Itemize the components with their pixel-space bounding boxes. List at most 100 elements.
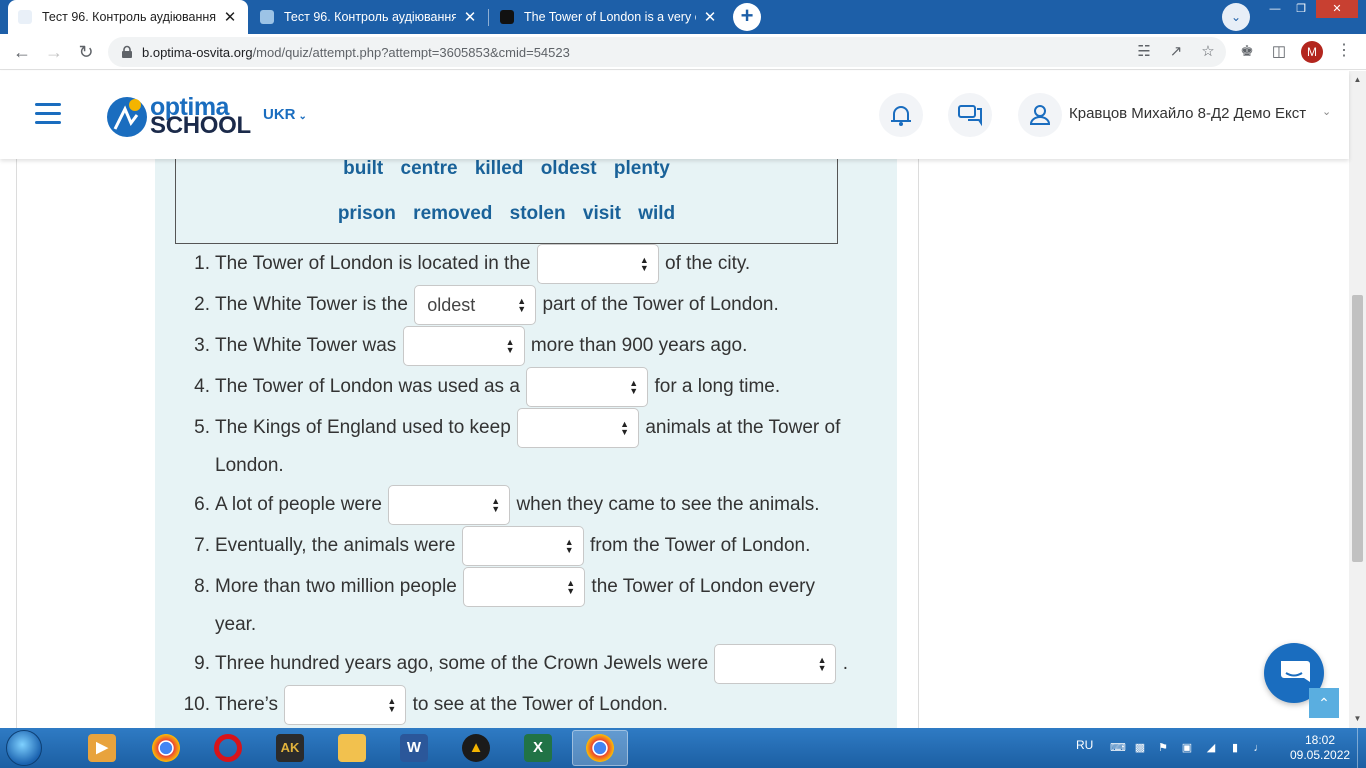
translate-icon[interactable]: ☵ bbox=[1134, 42, 1154, 62]
answer-select[interactable]: ▲ ▼ bbox=[388, 485, 511, 525]
question-number: 6. bbox=[194, 494, 210, 515]
answer-select[interactable]: ▲ ▼ bbox=[536, 244, 659, 284]
taskbar-explorer[interactable] bbox=[324, 730, 380, 766]
word-bank-item: built bbox=[343, 158, 384, 179]
answer-select[interactable]: ▲ ▼ bbox=[526, 367, 649, 407]
scrollbar-thumb[interactable] bbox=[1352, 295, 1363, 562]
text-after: the Tower of London every bbox=[591, 576, 815, 598]
taskbar-chrome[interactable] bbox=[138, 730, 194, 766]
back-to-top-button[interactable]: ⌃ bbox=[1309, 688, 1339, 718]
browser-tab-3[interactable]: The Tower of London is a very old ✕ bbox=[490, 0, 728, 34]
close-window-icon[interactable]: ✕ bbox=[1316, 0, 1358, 18]
question-text-continued: London. bbox=[215, 455, 284, 476]
text-before: A lot of people were bbox=[215, 494, 382, 516]
profile-avatar[interactable]: M bbox=[1301, 41, 1323, 63]
minimize-window-icon[interactable]: — bbox=[1262, 0, 1288, 18]
optima-favicon-icon bbox=[260, 10, 274, 24]
battery-icon[interactable]: ▮ bbox=[1228, 741, 1242, 755]
chat-bubbles-icon bbox=[958, 105, 982, 127]
chrome-icon bbox=[152, 734, 180, 762]
text-after: to see at the Tower of London. bbox=[412, 694, 668, 716]
language-selector[interactable]: UKR ⌄ bbox=[263, 106, 307, 123]
select-arrows-icon: ▲ ▼ bbox=[564, 537, 574, 555]
question-number: 1. bbox=[194, 253, 210, 274]
question-text: The Kings of England used to keep ▲ ▼ ani… bbox=[215, 408, 840, 448]
taskbar-opera[interactable] bbox=[200, 730, 256, 766]
flag-icon[interactable]: ⚑ bbox=[1156, 741, 1170, 755]
scroll-up-arrow-icon[interactable]: ▲ bbox=[1350, 73, 1365, 87]
taskbar-app-ak[interactable]: AK bbox=[262, 730, 318, 766]
select-arrows-icon: ▲ ▼ bbox=[387, 696, 397, 714]
answer-select[interactable]: ▲ ▼ bbox=[463, 567, 586, 607]
answer-select[interactable]: oldest ▲ ▼ bbox=[414, 285, 537, 325]
answer-select[interactable]: ▲ ▼ bbox=[714, 644, 837, 684]
taskbar-word[interactable]: W bbox=[386, 730, 442, 766]
site-header: optima SCHOOL UKR ⌄ Кравцов Михайло 8-Д2 … bbox=[0, 71, 1349, 159]
question-item: 4. The Tower of London was used as a ▲ ▼ … bbox=[0, 367, 900, 407]
back-arrow-icon[interactable]: ← bbox=[10, 40, 34, 64]
close-tab-icon[interactable]: ✕ bbox=[702, 8, 718, 26]
question-item: 10. There’s ▲ ▼ to see at the Tower of Lo… bbox=[0, 685, 900, 725]
show-desktop-button[interactable] bbox=[1357, 728, 1366, 768]
browser-toolbar: ← → ↻ b.optima-osvita.org/mod/quiz/attem… bbox=[0, 34, 1366, 70]
side-panel-icon[interactable]: ◫ bbox=[1269, 42, 1289, 62]
ak-app-icon: AK bbox=[276, 734, 304, 762]
answer-select[interactable]: ▲ ▼ bbox=[517, 408, 640, 448]
extensions-puzzle-icon[interactable]: ♚ bbox=[1237, 42, 1257, 62]
input-language[interactable]: RU bbox=[1076, 738, 1093, 752]
reload-icon[interactable]: ↻ bbox=[74, 40, 98, 64]
windows-start-button[interactable] bbox=[6, 730, 42, 766]
word-bank-item: oldest bbox=[540, 158, 597, 179]
scroll-down-arrow-icon[interactable]: ▼ bbox=[1350, 712, 1365, 726]
answer-select[interactable]: ▲ ▼ bbox=[402, 326, 525, 366]
text-before: The Tower of London is located in the bbox=[215, 253, 531, 275]
text-before: The White Tower was bbox=[215, 335, 397, 357]
taskbar-app-triangle[interactable]: ▲ bbox=[448, 730, 504, 766]
taskbar-excel[interactable]: X bbox=[510, 730, 566, 766]
question-text: More than two million people ▲ ▼ the Towe… bbox=[215, 567, 815, 607]
tab-search-button[interactable]: ⌄ bbox=[1222, 3, 1250, 31]
network-icon[interactable]: ▩ bbox=[1133, 741, 1147, 755]
question-text-continued: year. bbox=[215, 614, 257, 635]
system-clock[interactable]: 18:02 09.05.2022 bbox=[1290, 733, 1350, 763]
question-text: The White Tower was ▲ ▼ more than 900 yea… bbox=[215, 326, 747, 366]
chevron-down-icon[interactable]: ⌄ bbox=[1322, 105, 1331, 118]
device-icon[interactable]: ▣ bbox=[1180, 741, 1194, 755]
close-tab-icon[interactable]: ✕ bbox=[222, 8, 238, 26]
bookmark-star-icon[interactable]: ☆ bbox=[1198, 42, 1218, 62]
folder-icon bbox=[338, 734, 366, 762]
answer-select[interactable]: ▲ ▼ bbox=[461, 526, 584, 566]
user-avatar[interactable] bbox=[1018, 93, 1062, 137]
text-before: There’s bbox=[215, 694, 279, 716]
volume-icon[interactable]: ♩ bbox=[1252, 741, 1266, 755]
taskbar-chrome-profile[interactable] bbox=[572, 730, 628, 766]
keyboard-icon[interactable]: ⌨ bbox=[1110, 741, 1126, 755]
question-item: 6. A lot of people were ▲ ▼ when they cam… bbox=[0, 485, 900, 525]
close-tab-icon[interactable]: ✕ bbox=[462, 8, 478, 26]
new-tab-button[interactable]: + bbox=[733, 3, 761, 31]
share-icon[interactable]: ↗ bbox=[1166, 42, 1186, 62]
windows-taskbar: ▶ AK W ▲ X RU ⌨ ▩ ⚑ ▣ ◢ ▮ ♩ 18:02 09.05.… bbox=[0, 728, 1366, 768]
browser-tab-2[interactable]: Тест 96. Контроль аудіювання ✕ bbox=[250, 0, 488, 34]
optima-school-logo[interactable]: optima SCHOOL bbox=[105, 93, 251, 141]
address-bar[interactable]: b.optima-osvita.org/mod/quiz/attempt.php… bbox=[108, 37, 1226, 67]
hamburger-menu-icon[interactable] bbox=[35, 103, 61, 125]
browser-menu-icon[interactable]: ⋮ bbox=[1334, 40, 1354, 64]
question-number: 2. bbox=[194, 294, 210, 315]
question-number: 4. bbox=[194, 376, 210, 397]
right-divider bbox=[918, 159, 919, 728]
taskbar-media-player[interactable]: ▶ bbox=[74, 730, 130, 766]
browser-tab-1[interactable]: Тест 96. Контроль аудіювання ✕ bbox=[8, 0, 248, 34]
signal-icon[interactable]: ◢ bbox=[1204, 741, 1218, 755]
text-after: animals at the Tower of bbox=[645, 417, 841, 439]
notifications-button[interactable] bbox=[879, 93, 923, 137]
forward-arrow-icon[interactable]: → bbox=[42, 40, 66, 64]
media-player-icon: ▶ bbox=[88, 734, 116, 762]
opera-icon bbox=[214, 734, 242, 762]
maximize-window-icon[interactable]: ❐ bbox=[1288, 0, 1314, 18]
messages-button[interactable] bbox=[948, 93, 992, 137]
user-name[interactable]: Кравцов Михайло 8-Д2 Демо Екст bbox=[1069, 105, 1306, 122]
text-before: The Tower of London was used as a bbox=[215, 376, 520, 398]
word-icon: W bbox=[400, 734, 428, 762]
answer-select[interactable]: ▲ ▼ bbox=[284, 685, 407, 725]
